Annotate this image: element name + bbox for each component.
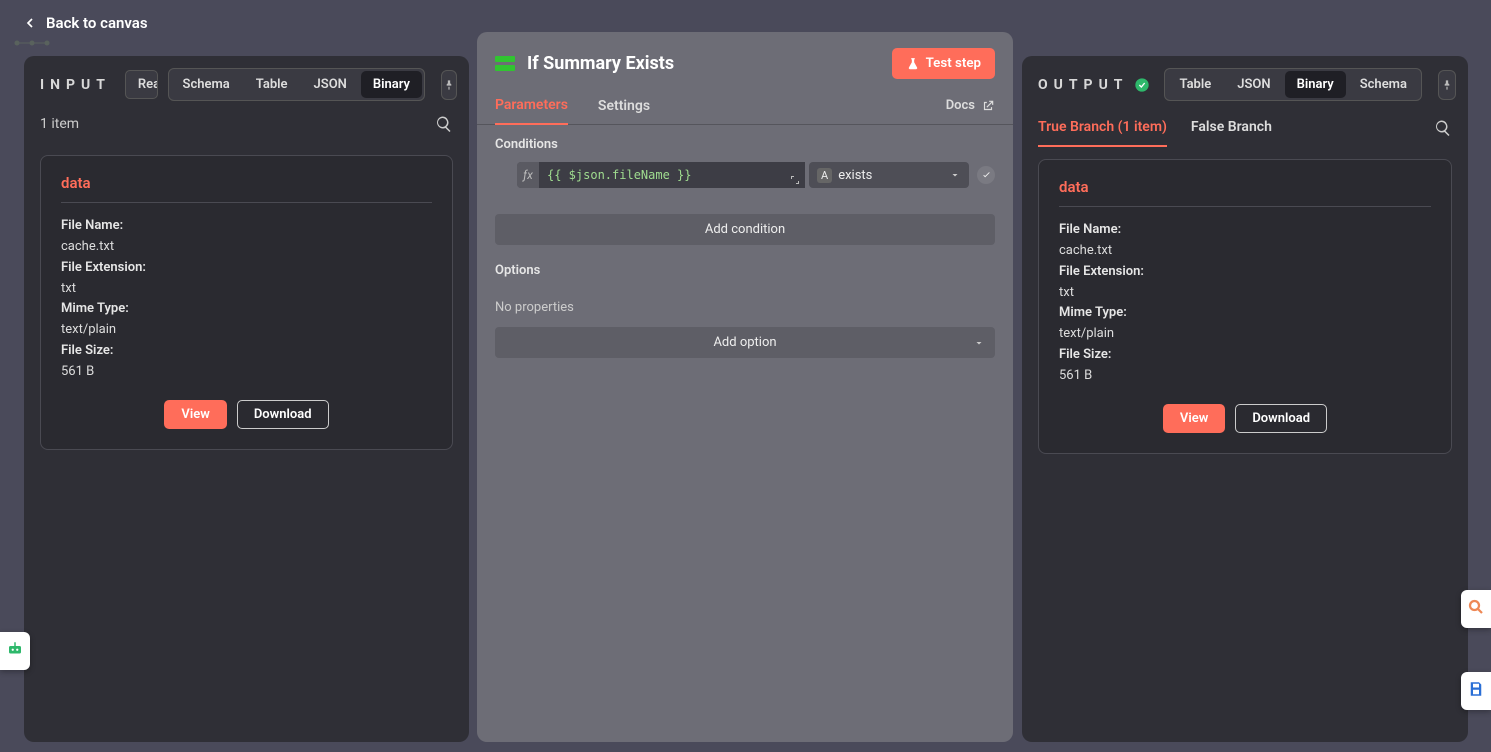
field-value: txt	[1059, 285, 1074, 300]
field-label: File Name:	[61, 218, 123, 233]
field-label: Mime Type:	[1059, 305, 1127, 320]
input-title: INPUT	[40, 77, 111, 93]
chevron-down-icon	[949, 169, 961, 181]
flask-icon	[906, 57, 920, 71]
docs-label: Docs	[946, 98, 975, 113]
conditions-title: Conditions	[495, 137, 995, 152]
output-title: OUTPUT	[1038, 77, 1150, 93]
field-value: text/plain	[61, 322, 116, 337]
output-title-text: OUTPUT	[1038, 77, 1128, 93]
input-item-count: 1 item	[40, 116, 79, 132]
options-title: Options	[495, 263, 995, 278]
tab-json[interactable]: JSON	[302, 71, 359, 98]
pin-icon	[442, 78, 456, 92]
tab-binary[interactable]: Binary	[1285, 71, 1346, 98]
magnify-icon	[1467, 598, 1485, 616]
external-link-icon	[981, 99, 995, 113]
arrow-left-icon	[22, 15, 38, 31]
output-data-card: data File Name: cache.txt File Extension…	[1038, 159, 1452, 454]
tab-schema[interactable]: Schema	[1348, 71, 1419, 98]
operator-select[interactable]: A exists	[809, 162, 969, 188]
false-branch-tab[interactable]: False Branch	[1191, 113, 1272, 147]
search-icon[interactable]	[435, 115, 453, 133]
expression-input[interactable]: ƒx {{ $json.fileName }}	[517, 162, 805, 188]
pin-icon	[1440, 78, 1454, 92]
back-to-canvas-link[interactable]: Back to canvas	[22, 14, 148, 32]
tab-json[interactable]: JSON	[1225, 71, 1282, 98]
download-button[interactable]: Download	[237, 400, 329, 429]
field-label: File Size:	[61, 343, 113, 358]
field-value: 561 B	[1059, 368, 1092, 383]
if-node-icon	[495, 56, 515, 72]
card-title: data	[61, 174, 432, 203]
node-title: If Summary Exists	[527, 53, 880, 74]
field-value: txt	[61, 281, 76, 296]
condition-status-toggle[interactable]	[977, 166, 995, 184]
field-label: Mime Type:	[61, 301, 129, 316]
expand-icon[interactable]	[789, 174, 801, 186]
tab-parameters[interactable]: Parameters	[495, 87, 568, 125]
left-side-widget[interactable]	[0, 632, 30, 670]
field-value: cache.txt	[1059, 243, 1112, 258]
right-side-widget-2[interactable]	[1461, 672, 1491, 710]
output-view-tabs: Table JSON Binary Schema	[1164, 68, 1421, 101]
output-panel: OUTPUT Table JSON Binary Schema True Bra…	[1022, 56, 1468, 742]
field-label: File Size:	[1059, 347, 1111, 362]
search-icon[interactable]	[1434, 119, 1452, 137]
success-check-icon	[1134, 77, 1150, 93]
output-pin-button[interactable]	[1438, 70, 1456, 100]
field-value: cache.txt	[61, 239, 114, 254]
back-label: Back to canvas	[46, 14, 148, 32]
test-step-button[interactable]: Test step	[892, 48, 995, 79]
add-option-button[interactable]: Add option	[495, 327, 995, 358]
download-button[interactable]: Download	[1235, 404, 1327, 433]
card-title: data	[1059, 178, 1431, 207]
field-label: File Extension:	[1059, 264, 1144, 279]
field-label: File Extension:	[61, 260, 146, 275]
docs-link[interactable]: Docs	[946, 98, 995, 113]
field-value: 561 B	[61, 364, 94, 379]
input-pin-button[interactable]	[441, 70, 457, 100]
tab-table[interactable]: Table	[244, 71, 300, 98]
check-icon	[981, 170, 992, 181]
tab-table[interactable]: Table	[1167, 71, 1223, 98]
no-properties-text: No properties	[477, 300, 1013, 327]
view-button[interactable]: View	[164, 400, 226, 429]
workflow-graph-icon	[12, 36, 52, 50]
input-panel: INPUT Read Sur Schema Table JSON Binary …	[24, 56, 469, 742]
right-side-widget-1[interactable]	[1461, 590, 1491, 628]
fx-icon: ƒx	[517, 162, 539, 188]
input-view-tabs: Schema Table JSON Binary	[168, 68, 425, 101]
operator-value: exists	[838, 168, 943, 183]
test-step-label: Test step	[926, 56, 981, 71]
tab-settings[interactable]: Settings	[598, 88, 650, 124]
node-config-panel: If Summary Exists Test step Parameters S…	[477, 32, 1013, 742]
add-condition-button[interactable]: Add condition	[495, 214, 995, 245]
tab-binary[interactable]: Binary	[361, 71, 422, 98]
condition-row: ƒx {{ $json.fileName }} A exists	[495, 162, 995, 188]
input-data-card: data File Name: cache.txt File Extension…	[40, 155, 453, 450]
save-icon	[1467, 680, 1485, 698]
true-branch-tab[interactable]: True Branch (1 item)	[1038, 113, 1167, 147]
type-string-icon: A	[817, 168, 832, 183]
tab-schema[interactable]: Schema	[171, 71, 242, 98]
field-value: text/plain	[1059, 326, 1114, 341]
chevron-down-icon	[973, 337, 985, 349]
expression-text: {{ $json.fileName }}	[539, 162, 805, 188]
input-prev-node[interactable]: Read Sur	[125, 70, 158, 99]
field-label: File Name:	[1059, 222, 1121, 237]
add-option-label: Add option	[713, 335, 776, 350]
view-button[interactable]: View	[1163, 404, 1225, 433]
bot-icon	[6, 640, 24, 658]
